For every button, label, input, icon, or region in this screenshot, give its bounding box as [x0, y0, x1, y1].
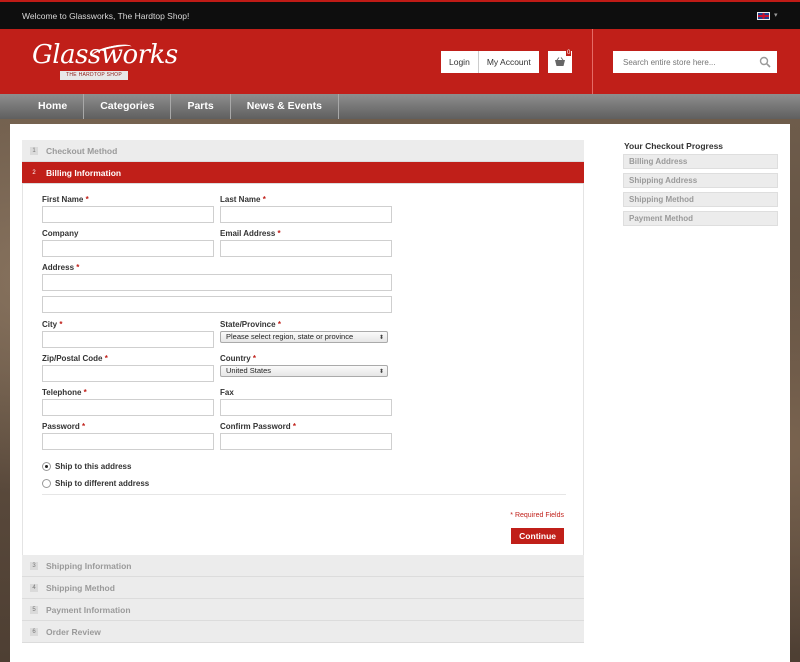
telephone-label: Telephone * [42, 388, 87, 397]
city-label: City * [42, 320, 63, 329]
progress-item-shipping-method: Shipping Method [623, 192, 778, 207]
select-arrows-icon: ⬍ [378, 369, 384, 375]
header-divider [592, 29, 593, 94]
step-shipping-method[interactable]: 4 Shipping Method [22, 577, 584, 599]
step-label: Shipping Method [46, 582, 115, 593]
nav-item-categories[interactable]: Categories [84, 94, 172, 119]
confirm-password-field[interactable] [220, 433, 392, 450]
checkout-steps: 1 Checkout Method 2 Billing Information … [22, 140, 584, 643]
telephone-field[interactable] [42, 399, 214, 416]
language-dropdown-icon[interactable]: ▾ [774, 11, 778, 19]
country-select-value: United States [226, 366, 272, 375]
required-fields-note: * Required Fields [510, 512, 564, 519]
password-label: Password * [42, 422, 86, 431]
welcome-message: Welcome to Glassworks, The Hardtop Shop! [22, 11, 190, 21]
zip-field[interactable] [42, 365, 214, 382]
address-line1-field[interactable] [42, 274, 392, 291]
select-arrows-icon: ⬍ [378, 335, 384, 341]
state-label: State/Province * [220, 320, 281, 329]
country-select[interactable]: United States ⬍ [220, 365, 388, 377]
password-field[interactable] [42, 433, 214, 450]
glassworks-logo[interactable]: Glassworks THE HARDTOP SHOP [30, 40, 178, 84]
step-billing-information[interactable]: 2 Billing Information [22, 162, 584, 184]
fax-label: Fax [220, 388, 234, 397]
first-name-label: First Name * [42, 195, 89, 204]
billing-form: First Name * Last Name * Company Email A… [22, 184, 584, 555]
last-name-label: Last Name * [220, 195, 266, 204]
step-checkout-method[interactable]: 1 Checkout Method [22, 140, 584, 162]
top-bar: Welcome to Glassworks, The Hardtop Shop!… [0, 0, 800, 29]
first-name-field[interactable] [42, 206, 214, 223]
continue-button[interactable]: Continue [511, 528, 564, 544]
zip-label: Zip/Postal Code * [42, 354, 108, 363]
step-number: 2 [32, 169, 36, 176]
ship-same-label[interactable]: Ship to this address [55, 462, 131, 471]
login-link[interactable]: Login [441, 51, 478, 73]
my-account-link[interactable]: My Account [477, 51, 539, 73]
ship-different-label[interactable]: Ship to different address [55, 479, 149, 488]
step-label: Shipping Information [46, 560, 132, 571]
step-shipping-information[interactable]: 3 Shipping Information [22, 555, 584, 577]
checkout-progress-title: Your Checkout Progress [624, 141, 724, 151]
step-label: Payment Information [46, 604, 131, 615]
search-box [613, 51, 777, 73]
nav-item-news-events[interactable]: News & Events [231, 94, 340, 119]
email-label: Email Address * [220, 229, 281, 238]
search-input[interactable] [613, 51, 753, 73]
step-label: Order Review [46, 626, 101, 637]
address-label: Address * [42, 263, 80, 272]
checkout-progress: Your Checkout Progress Billing Address S… [623, 141, 778, 230]
form-divider [42, 494, 566, 495]
progress-item-billing-address: Billing Address [623, 154, 778, 169]
company-label: Company [42, 229, 79, 238]
progress-item-payment-method: Payment Method [623, 211, 778, 226]
search-icon[interactable] [759, 56, 771, 68]
step-order-review[interactable]: 6 Order Review [22, 621, 584, 643]
last-name-field[interactable] [220, 206, 392, 223]
cart-count-badge: 0 [566, 50, 572, 56]
nav-item-home[interactable]: Home [22, 94, 85, 119]
logo-tagline: THE HARDTOP SHOP [60, 71, 128, 80]
step-number: 3 [30, 561, 38, 570]
main-nav: Home Categories Parts News & Events [0, 94, 800, 119]
account-links: Login My Account [441, 51, 539, 73]
city-field[interactable] [42, 331, 214, 348]
progress-item-shipping-address: Shipping Address [623, 173, 778, 188]
step-number: 1 [30, 146, 38, 155]
email-field[interactable] [220, 240, 392, 257]
basket-icon [555, 57, 565, 66]
country-label: Country * [220, 354, 257, 363]
step-number: 6 [30, 627, 38, 636]
ship-same-radio[interactable] [42, 462, 51, 471]
step-payment-information[interactable]: 5 Payment Information [22, 599, 584, 621]
fax-field[interactable] [220, 399, 392, 416]
state-select[interactable]: Please select region, state or province … [220, 331, 388, 343]
site-header: Glassworks THE HARDTOP SHOP Login My Acc… [0, 29, 800, 94]
confirm-password-label: Confirm Password * [220, 422, 297, 431]
step-label: Billing Information [46, 167, 122, 178]
step-number: 5 [30, 605, 38, 614]
ship-different-radio[interactable] [42, 479, 51, 488]
nav-item-parts[interactable]: Parts [171, 94, 231, 119]
company-field[interactable] [42, 240, 214, 257]
uk-flag-icon[interactable] [757, 12, 770, 20]
step-label: Checkout Method [46, 145, 118, 156]
step-number: 4 [30, 583, 38, 592]
address-line2-field[interactable] [42, 296, 392, 313]
state-select-value: Please select region, state or province [226, 332, 354, 341]
